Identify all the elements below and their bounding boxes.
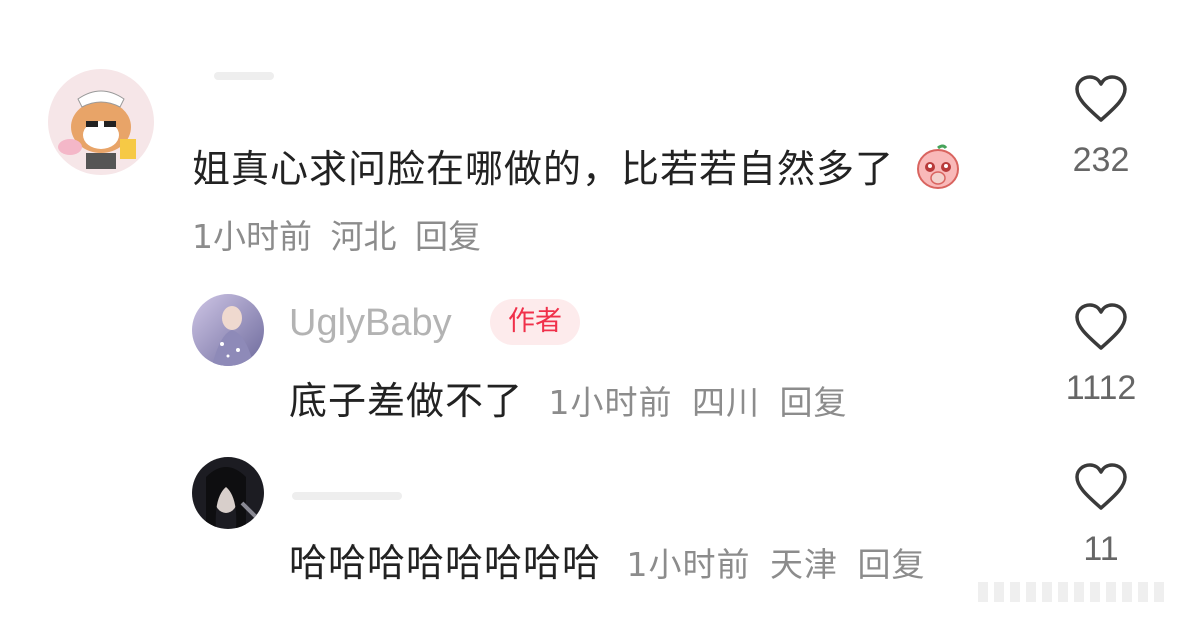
like-button[interactable] bbox=[1061, 74, 1141, 124]
avatar[interactable] bbox=[192, 457, 264, 529]
like-button[interactable] bbox=[1061, 302, 1141, 352]
comment-location: 河北 bbox=[330, 217, 397, 256]
comment-time: 1小时前 bbox=[192, 217, 312, 256]
author-badge: 作者 bbox=[490, 299, 580, 345]
pleading-peach-emoji bbox=[913, 142, 963, 201]
comment-username[interactable]: UglyBaby bbox=[289, 302, 452, 345]
comment-meta: 1小时前 河北 回复 bbox=[192, 210, 489, 258]
like-button[interactable] bbox=[1061, 462, 1141, 512]
heart-outline-icon bbox=[1075, 463, 1127, 510]
comment-text: 姐真心求问脸在哪做的，比若若自然多了 bbox=[192, 138, 963, 201]
blurred-username bbox=[292, 492, 402, 500]
comment-location: 四川 bbox=[692, 383, 761, 422]
blurred-username bbox=[214, 72, 274, 80]
reply-button[interactable]: 回复 bbox=[780, 383, 848, 422]
comment-meta: 1小时前 四川 回复 bbox=[537, 383, 856, 422]
heart-outline-icon bbox=[1075, 75, 1127, 122]
comment-text: 底子差做不了 bbox=[289, 379, 524, 423]
like-count: 11 bbox=[1083, 530, 1119, 568]
like-count: 1112 bbox=[1065, 369, 1137, 407]
comment-row: 哈哈哈哈哈哈哈哈 1小时前 天津 回复 bbox=[289, 532, 934, 587]
comment-meta: 1小时前 天津 回复 bbox=[615, 545, 934, 584]
reply-button[interactable]: 回复 bbox=[858, 545, 926, 584]
comment-time: 1小时前 bbox=[548, 383, 673, 422]
avatar[interactable] bbox=[192, 294, 264, 366]
comment-location: 天津 bbox=[770, 545, 839, 584]
comment-time: 1小时前 bbox=[626, 545, 751, 584]
heart-outline-icon bbox=[1075, 303, 1127, 350]
watermark bbox=[978, 582, 1164, 602]
like-count: 232 bbox=[1072, 141, 1130, 179]
comment-text: 哈哈哈哈哈哈哈哈 bbox=[289, 541, 602, 585]
avatar[interactable] bbox=[48, 69, 154, 175]
comment-row: 底子差做不了 1小时前 四川 回复 bbox=[289, 370, 856, 425]
reply-button[interactable]: 回复 bbox=[415, 217, 481, 256]
